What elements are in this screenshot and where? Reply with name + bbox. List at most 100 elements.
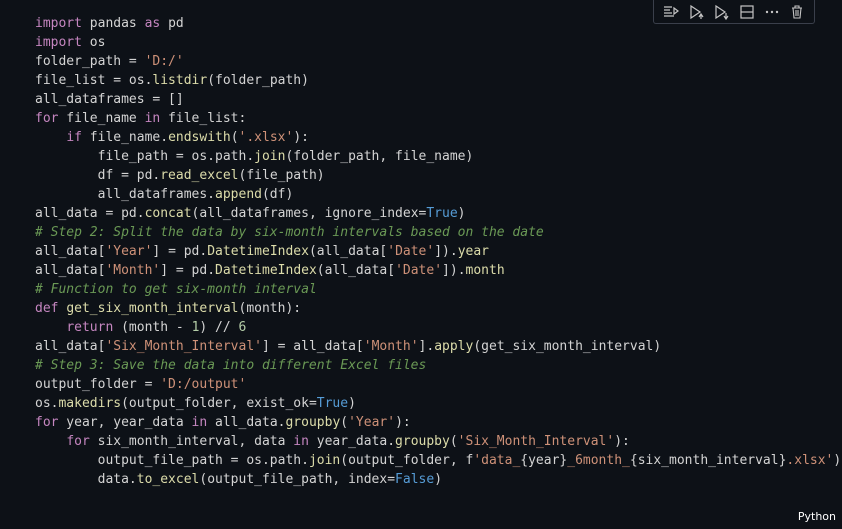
code-token: join (308, 453, 341, 468)
code-token: file_list = os. (35, 73, 153, 88)
code-token: in (293, 434, 309, 449)
code-token: True (316, 396, 349, 411)
code-token: join (254, 149, 286, 164)
code-token: # Function to get six-month interval (35, 282, 317, 297)
code-token: groupby (285, 415, 341, 430)
code-token: ]). (434, 244, 458, 259)
code-token: ) (348, 396, 356, 411)
code-token: _6month_ (567, 453, 630, 468)
code-line: os.makedirs(output_folder, exist_ok=True… (35, 394, 841, 413)
code-line: # Function to get six-month interval (35, 280, 841, 299)
code-token: df = pd. (35, 168, 161, 183)
code-token: year, year_data (58, 415, 192, 430)
code-line: def get_six_month_interval(month): (35, 299, 841, 318)
code-token: 'D:/output' (160, 377, 247, 392)
code-token: concat (144, 206, 192, 221)
code-line: data.to_excel(output_file_path, index=Fa… (35, 470, 841, 489)
code-token: return (66, 320, 114, 335)
code-token: 'Six_Month_Interval' (457, 434, 615, 449)
code-token: to_excel (136, 472, 200, 487)
code-token: month (465, 263, 505, 278)
code-token: ): (293, 130, 309, 145)
code-line: import os (35, 33, 841, 52)
code-token: (file_path) (238, 168, 325, 183)
code-token: .xlsx' (786, 453, 834, 468)
code-token: 'Date' (387, 244, 435, 259)
code-line: all_data['Six_Month_Interval'] = all_dat… (35, 337, 841, 356)
code-token: 6 (238, 320, 247, 335)
code-line: # Step 2: Split the data by six-month in… (35, 223, 841, 242)
code-token: False (395, 472, 435, 487)
code-token: makedirs (58, 396, 122, 411)
code-token: read_excel (160, 168, 239, 183)
code-token: ) (301, 73, 309, 88)
code-line: all_data = pd.concat(all_dataframes, ign… (35, 204, 841, 223)
code-token: (get_six_month_interval) (473, 339, 662, 354)
code-token: for (35, 111, 59, 126)
code-token: ( (340, 415, 349, 430)
code-editor[interactable]: import pandas as pd import os folder_path … (35, 14, 841, 489)
code-token: apply (434, 339, 474, 354)
code-token: file_list: (160, 111, 247, 126)
code-token: if (66, 130, 82, 145)
code-token: in (144, 111, 161, 126)
code-token: ): (395, 415, 411, 430)
code-token: in (191, 415, 208, 430)
code-token: (output_folder, f (340, 453, 474, 468)
code-token: six_month_interval, data (89, 434, 294, 449)
code-token: append (215, 187, 262, 202)
code-line: folder_path = 'D:/' (35, 52, 841, 71)
code-token: as (144, 16, 161, 31)
code-token: endswith (168, 130, 231, 145)
code-token: os. (35, 396, 59, 411)
code-token: year (457, 244, 490, 259)
code-token: data. (35, 472, 137, 487)
code-token: os (81, 35, 106, 50)
code-token: groupby (395, 434, 450, 449)
code-line: file_list = os.listdir(folder_path) (35, 71, 841, 90)
code-token: (all_dataframes, ignore_index= (191, 206, 427, 221)
code-token: all_data[ (35, 244, 106, 259)
code-token: for (66, 434, 90, 449)
code-token: ): (614, 434, 630, 449)
code-token: ( (207, 73, 216, 88)
code-line: for year, year_data in all_data.groupby(… (35, 413, 841, 432)
code-token: all_data[ (35, 339, 106, 354)
code-line: all_data['Month'] = pd.DatetimeIndex(all… (35, 261, 841, 280)
code-token: get_six_month_interval (66, 301, 239, 316)
code-token: 'Month' (105, 263, 161, 278)
code-line: output_file_path = os.path.join(output_f… (35, 451, 842, 470)
code-line: for file_name in file_list: (35, 109, 841, 128)
code-token: DatetimeIndex (215, 263, 317, 278)
code-line: df = pd.read_excel(file_path) (35, 166, 841, 185)
code-token: all_data. (207, 415, 286, 430)
notebook-cell[interactable]: import pandas as pd import os folder_path … (0, 0, 842, 529)
code-token: 'Year' (348, 415, 396, 430)
language-indicator[interactable]: Python (798, 510, 836, 523)
code-token: ( (230, 130, 239, 145)
code-token: 'Month' (363, 339, 419, 354)
code-token: 'data_ (473, 453, 521, 468)
code-token: '.xlsx' (238, 130, 294, 145)
code-token: 'Year' (105, 244, 153, 259)
code-token: ]). (442, 263, 466, 278)
code-line: return (month - 1) // 6 (35, 318, 841, 337)
code-token: output_folder = (35, 377, 161, 392)
code-token: # Step 3: Save the data into different E… (35, 358, 427, 373)
code-token: file_name. (81, 130, 169, 145)
code-token: pd (160, 16, 184, 31)
code-token: output_file_path = os.path. (35, 453, 309, 468)
code-token: (output_file_path, index= (199, 472, 396, 487)
code-line: all_dataframes.append(df) (35, 185, 841, 204)
code-token: (all_data[ (316, 263, 396, 278)
code-token: 'Date' (395, 263, 443, 278)
code-token: ) (457, 206, 466, 221)
code-token: all_dataframes = [] (35, 92, 184, 107)
code-line: output_folder = 'D:/output' (35, 375, 841, 394)
code-token: (month): (238, 301, 302, 316)
code-token: all_dataframes. (35, 187, 216, 202)
code-line: # Step 3: Save the data into different E… (35, 356, 841, 375)
code-token: folder_path = (35, 54, 145, 69)
